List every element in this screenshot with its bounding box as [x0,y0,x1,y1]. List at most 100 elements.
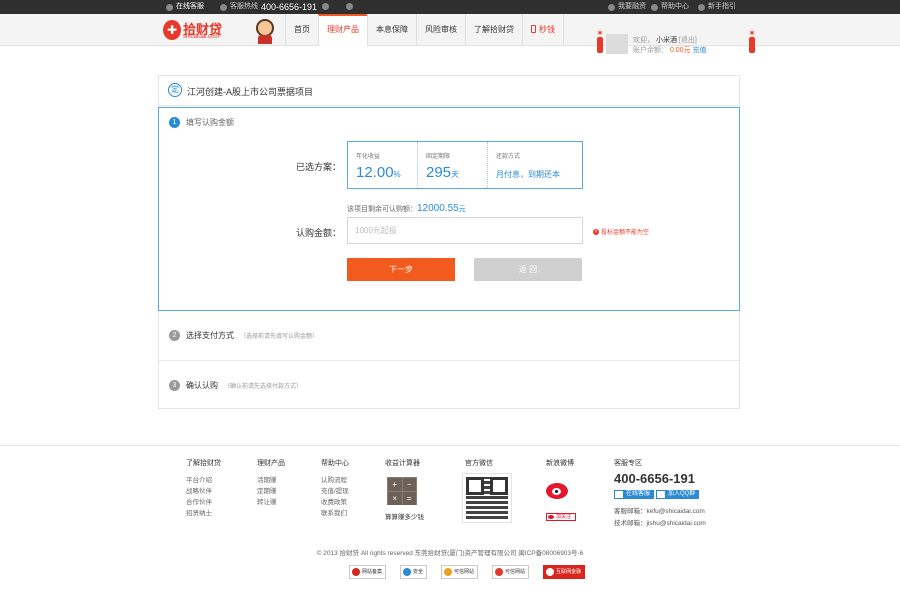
step-number: 3 [169,380,180,391]
wechat-icon[interactable] [322,3,329,10]
step-title: 选择支付方式 [186,331,234,340]
record-badge[interactable]: 网站备案 [349,565,387,579]
guide-icon [698,3,705,11]
user-balance-line: 账户余额： 0.00元 充值 [633,47,707,54]
service-hotline: 400-6656-191 [614,471,695,486]
help-link[interactable]: 帮助中心 [651,0,689,14]
remaining-value: 12000.55 [417,203,459,214]
wealth-label: 我要融资 [618,3,646,10]
error-text: 投标金额不能为空 [601,230,650,236]
step-title: 确认认购 [186,381,218,390]
footer-link[interactable]: 收费政策 [321,497,349,508]
tab-products[interactable]: 理财产品 [318,14,367,46]
logo[interactable]: ✚ 拾财贷 shicaidai.com [163,19,241,43]
amount-label: 认购金额： [295,228,341,238]
tab-about[interactable]: 了解拾财贷 [465,14,522,46]
security-badge[interactable]: 安全 [400,565,428,579]
calculator-icon[interactable]: + − × = [387,477,417,505]
online-service-button[interactable]: 在线客服 [614,490,655,499]
fixed-badge-icon: 定 [168,83,182,97]
remaining-amount: 该项目剩余可认购额：12000.55元 [347,203,466,214]
footer-wechat: 官方微信 [465,460,493,467]
footer-link[interactable]: 定期赚 [257,486,285,497]
footer-link[interactable]: 转让赚 [257,497,285,508]
trusted-site-badge[interactable]: 可信网站 [492,565,530,579]
weibo-icon[interactable] [346,3,353,10]
hotline: 客服热线 400-6656-191 [220,0,317,14]
footer-weibo: 新浪微博 [546,460,574,467]
guide-label: 新手指引 [708,3,736,10]
footer-products: 理财产品 活期赚 定期赚 转让赚 [257,460,285,508]
wechat-qr-code [462,473,512,523]
tab-guarantee[interactable]: 本息保障 [367,14,416,46]
step-title: 填写认购金额 [186,118,234,127]
user-panel: 欢迎， 小米酒 [退出] 账户余额： 0.00元 充值 [606,33,736,57]
recharge-link[interactable]: 充值 [693,47,707,54]
footer: 了解拾财贷 平台介绍 战略伙伴 合作伙伴 招贤纳士 理财产品 活期赚 定期赚 转… [0,445,900,600]
footer-calculator: 收益计算器 [385,460,420,467]
mascot-icon [252,16,278,44]
logo-mark-icon: ✚ [163,20,181,40]
step-number: 2 [169,330,180,341]
help-label: 帮助中心 [661,3,689,10]
footer-link[interactable]: 合作伙伴 [186,497,221,508]
main-nav: 首页 理财产品 本息保障 风险审核 了解拾财贷 秒钱 [285,14,564,46]
plan-repayment: 还款方式 月付息，到期还本 [496,154,560,179]
weibo-logo-icon[interactable] [546,480,572,500]
footer-help: 帮助中心 认购流程 充值/提现 收费政策 联系我们 [321,460,349,519]
weibo-follow-button[interactable]: 加关注 [546,513,576,521]
logo-domain: shicaidai.com [183,34,220,40]
calculator-caption[interactable]: 算算赚多少钱 [385,511,424,521]
repayment-value: 月付息，到期还本 [496,170,560,179]
tab-home[interactable]: 首页 [285,14,318,46]
footer-link[interactable]: 联系我们 [321,508,349,519]
logout-link[interactable]: [退出] [679,37,697,44]
next-step-button[interactable]: 下一步 [347,258,455,281]
balance-value: 0.00元 [669,47,691,54]
error-icon: × [593,228,599,235]
project-title: 江河创建-A股上市公司票据项目 [187,87,314,97]
tech-email: 技术邮箱：jishu@shicaidai.com [614,520,706,527]
footer-link[interactable]: 平台介绍 [186,475,221,486]
term-value: 295 [426,164,452,181]
service-email: 客服邮箱：kefu@shicaidai.com [614,508,705,515]
step-2-panel: 2 选择支付方式 （选择前请先填写认购金额） [159,311,739,361]
tab-risk-review[interactable]: 风险审核 [416,14,465,46]
purchase-card: 定 江河创建-A股上市公司票据项目 1 填写认购金额 已选方案： 年化收益 12… [158,75,740,409]
hand-icon [608,3,615,11]
online-service-link[interactable]: 在线客服 [166,0,204,14]
hotline-label: 客服热线 [230,3,258,10]
step-3-panel: 3 确认认购 （确认前请先选择付款方式） [159,361,739,411]
amount-error: × 投标金额不能为空 [593,227,649,236]
project-header: 定 江河创建-A股上市公司票据项目 [159,76,739,106]
help-icon [651,3,658,11]
step-hint: （选择前请先填写认购金额） [240,334,319,340]
back-button[interactable]: 返 回 [474,258,582,281]
amount-input[interactable] [347,217,583,244]
guide-link[interactable]: 新手指引 [698,0,736,14]
trust-badges: 网站备案 安全 可信网站 可信网站 互联网金融 [349,565,586,579]
plan-rate: 年化收益 12.00% [348,142,418,188]
footer-link[interactable]: 认购流程 [321,475,349,486]
online-service-label: 在线客服 [176,3,204,10]
footer-link[interactable]: 战略伙伴 [186,486,221,497]
wealth-link[interactable]: 我要融资 [608,0,646,14]
step-hint: （确认前请先选择付款方式） [224,384,303,390]
tab-miaoqian-label: 秒钱 [539,25,555,34]
footer-link[interactable]: 充值/提现 [321,486,349,497]
mobile-icon [531,25,536,33]
user-welcome-line: 欢迎， 小米酒 [退出] [633,37,697,44]
firecracker-icon: ✶ [745,29,759,55]
finance-badge[interactable]: 互联网金融 [543,565,586,579]
username: 小米酒 [655,37,677,44]
tab-miaoqian[interactable]: 秒钱 [522,14,564,46]
avatar[interactable] [606,34,628,54]
rate-value: 12.00 [356,164,394,181]
footer-about: 了解拾财贷 平台介绍 战略伙伴 合作伙伴 招贤纳士 [186,460,221,519]
qq-group-button[interactable]: 加入QQ群 [656,490,700,499]
footer-link[interactable]: 招贤纳士 [186,508,221,519]
trusted-site-badge[interactable]: 可信网站 [441,565,479,579]
phone-icon [220,3,227,11]
step-number: 1 [169,117,180,128]
footer-link[interactable]: 活期赚 [257,475,285,486]
